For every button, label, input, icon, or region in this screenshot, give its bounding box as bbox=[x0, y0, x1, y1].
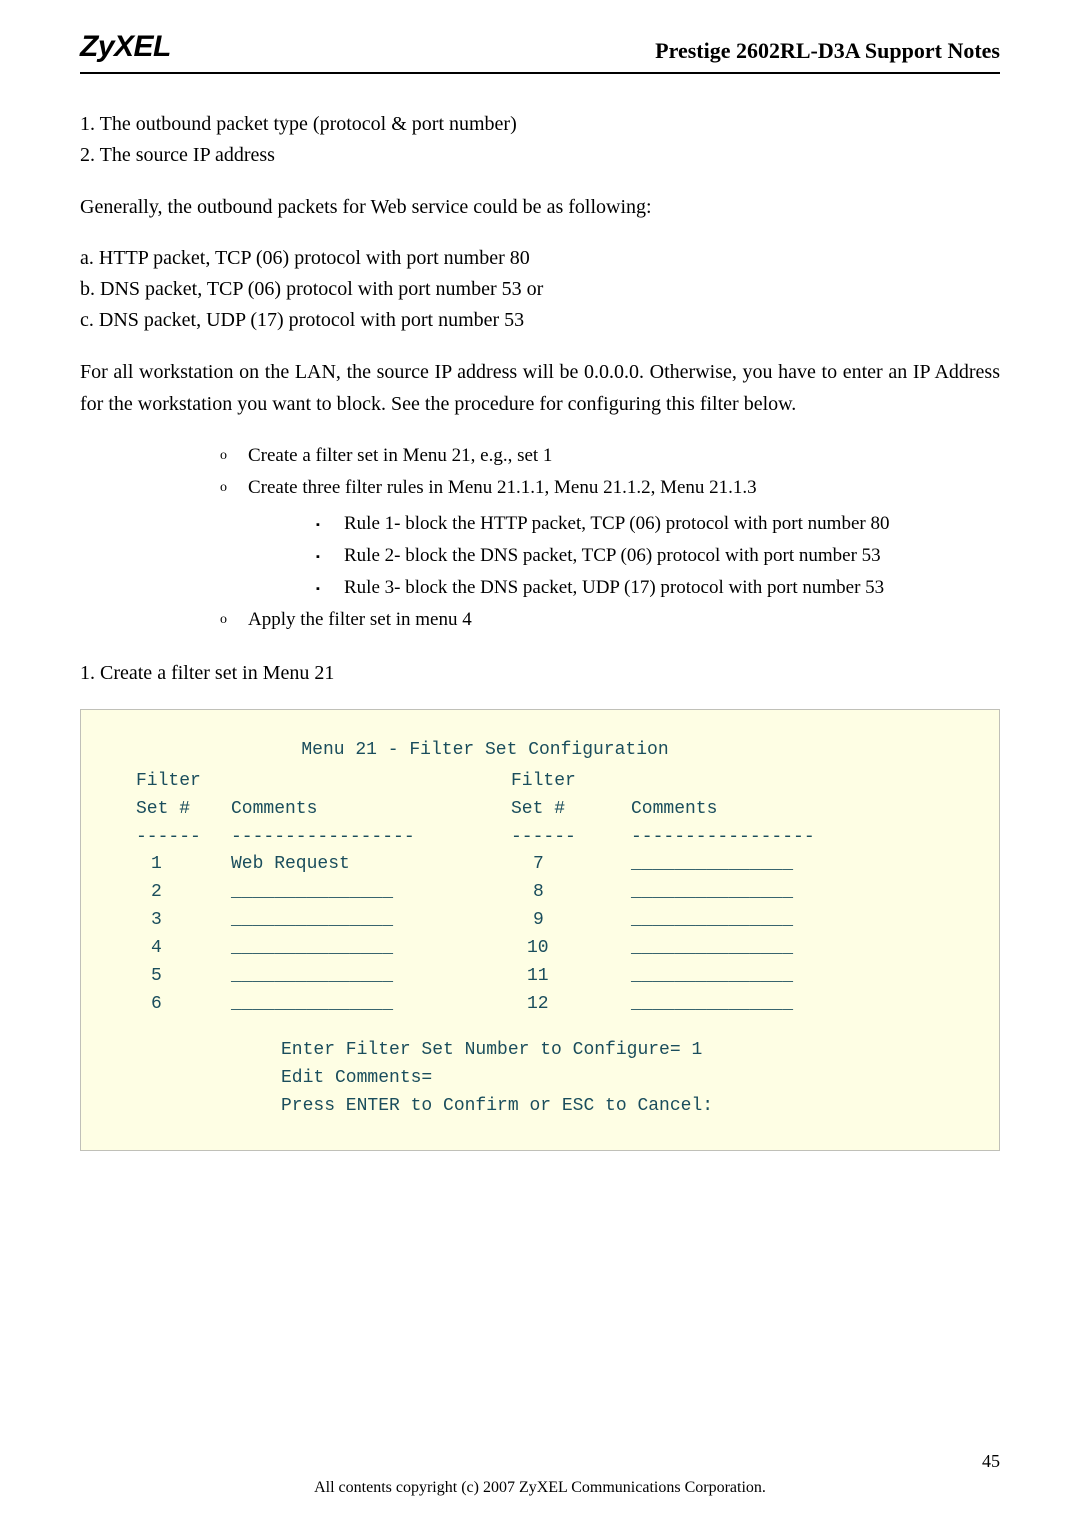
row3-n1: 3 bbox=[121, 907, 231, 935]
row5-c2: _______________ bbox=[631, 963, 959, 991]
rule-3: Rule 3- block the DNS packet, UDP (17) p… bbox=[316, 572, 1000, 604]
row2-c1: _______________ bbox=[231, 879, 511, 907]
data-row-5: 5 _______________ 11 _______________ bbox=[121, 963, 959, 991]
row4-n2: 10 bbox=[511, 935, 631, 963]
row6-n2: 12 bbox=[511, 991, 631, 1019]
hdr-comments-right: Comments bbox=[631, 796, 959, 824]
bullet-apply: Apply the filter set in menu 4 bbox=[220, 604, 1000, 636]
page-number: 45 bbox=[982, 1451, 1000, 1472]
row3-c1: _______________ bbox=[231, 907, 511, 935]
row6-c1: _______________ bbox=[231, 991, 511, 1019]
dash-c2: ----------------- bbox=[231, 824, 511, 852]
row4-c1: _______________ bbox=[231, 935, 511, 963]
row2-n1: 2 bbox=[121, 879, 231, 907]
row1-c2: _______________ bbox=[631, 851, 959, 879]
para-workstation: For all workstation on the LAN, the sour… bbox=[80, 356, 1000, 420]
logo-text: ZyXEL bbox=[80, 30, 171, 64]
row6-c2: _______________ bbox=[631, 991, 959, 1019]
header-row-2: Set # Comments Set # Comments bbox=[121, 796, 959, 824]
rule-2: Rule 2- block the DNS packet, TCP (06) p… bbox=[316, 540, 1000, 572]
dash-c4: ----------------- bbox=[631, 824, 959, 852]
row4-c2: _______________ bbox=[631, 935, 959, 963]
page-header: ZyXEL Prestige 2602RL-D3A Support Notes bbox=[80, 30, 1000, 74]
dash-c1: ------ bbox=[121, 824, 231, 852]
hdr-filter-right: Filter bbox=[511, 768, 631, 796]
bullet-create-set: Create a filter set in Menu 21, e.g., se… bbox=[220, 440, 1000, 472]
packet-a: a. HTTP packet, TCP (06) protocol with p… bbox=[80, 243, 1000, 274]
row1-c1: Web Request bbox=[231, 851, 511, 879]
row3-n2: 9 bbox=[511, 907, 631, 935]
row6-n1: 6 bbox=[121, 991, 231, 1019]
row4-n1: 4 bbox=[121, 935, 231, 963]
packet-list: a. HTTP packet, TCP (06) protocol with p… bbox=[80, 243, 1000, 336]
intro-block: 1. The outbound packet type (protocol & … bbox=[80, 109, 1000, 171]
menu-title: Menu 21 - Filter Set Configuration bbox=[11, 740, 959, 760]
row2-c2: _______________ bbox=[631, 879, 959, 907]
data-row-3: 3 _______________ 9 _______________ bbox=[121, 907, 959, 935]
packet-b: b. DNS packet, TCP (06) protocol with po… bbox=[80, 274, 1000, 305]
row2-n2: 8 bbox=[511, 879, 631, 907]
header-row-1: Filter Filter bbox=[121, 768, 959, 796]
prompt-enter-number: Enter Filter Set Number to Configure= 1 bbox=[281, 1037, 959, 1065]
dash-c3: ------ bbox=[511, 824, 631, 852]
data-row-2: 2 _______________ 8 _______________ bbox=[121, 879, 959, 907]
hdr-set-left: Set # bbox=[121, 796, 231, 824]
row1-n1: 1 bbox=[121, 851, 231, 879]
step-1-heading: 1. Create a filter set in Menu 21 bbox=[80, 657, 1000, 689]
row5-n2: 11 bbox=[511, 963, 631, 991]
row5-c1: _______________ bbox=[231, 963, 511, 991]
rule-1: Rule 1- block the HTTP packet, TCP (06) … bbox=[316, 508, 1000, 540]
terminal-output: Menu 21 - Filter Set Configuration Filte… bbox=[80, 709, 1000, 1152]
rules-sublist: Rule 1- block the HTTP packet, TCP (06) … bbox=[316, 508, 1000, 605]
hdr-set-right: Set # bbox=[511, 796, 631, 824]
prompt-edit-comments: Edit Comments= bbox=[281, 1065, 959, 1093]
doc-title: Prestige 2602RL-D3A Support Notes bbox=[655, 38, 1000, 64]
bullet-create-rules-text: Create three filter rules in Menu 21.1.1… bbox=[248, 477, 757, 498]
hdr-comments-left: Comments bbox=[231, 796, 511, 824]
packet-c: c. DNS packet, UDP (17) protocol with po… bbox=[80, 305, 1000, 336]
bullet-create-rules: Create three filter rules in Menu 21.1.1… bbox=[220, 472, 1000, 604]
data-row-4: 4 _______________ 10 _______________ bbox=[121, 935, 959, 963]
row1-n2: 7 bbox=[511, 851, 631, 879]
data-row-1: 1 Web Request 7 _______________ bbox=[121, 851, 959, 879]
data-row-6: 6 _______________ 12 _______________ bbox=[121, 991, 959, 1019]
copyright-text: All contents copyright (c) 2007 ZyXEL Co… bbox=[0, 1479, 1080, 1497]
para-generally: Generally, the outbound packets for Web … bbox=[80, 191, 1000, 223]
row5-n1: 5 bbox=[121, 963, 231, 991]
row3-c2: _______________ bbox=[631, 907, 959, 935]
hdr-filter-left: Filter bbox=[121, 768, 231, 796]
prompt-press-enter: Press ENTER to Confirm or ESC to Cancel: bbox=[281, 1093, 959, 1121]
separator-row: ------ ----------------- ------ --------… bbox=[121, 824, 959, 852]
intro-line-2: 2. The source IP address bbox=[80, 140, 1000, 171]
page-footer: All contents copyright (c) 2007 ZyXEL Co… bbox=[0, 1479, 1080, 1497]
intro-line-1: 1. The outbound packet type (protocol & … bbox=[80, 109, 1000, 140]
procedure-list: Create a filter set in Menu 21, e.g., se… bbox=[220, 440, 1000, 637]
